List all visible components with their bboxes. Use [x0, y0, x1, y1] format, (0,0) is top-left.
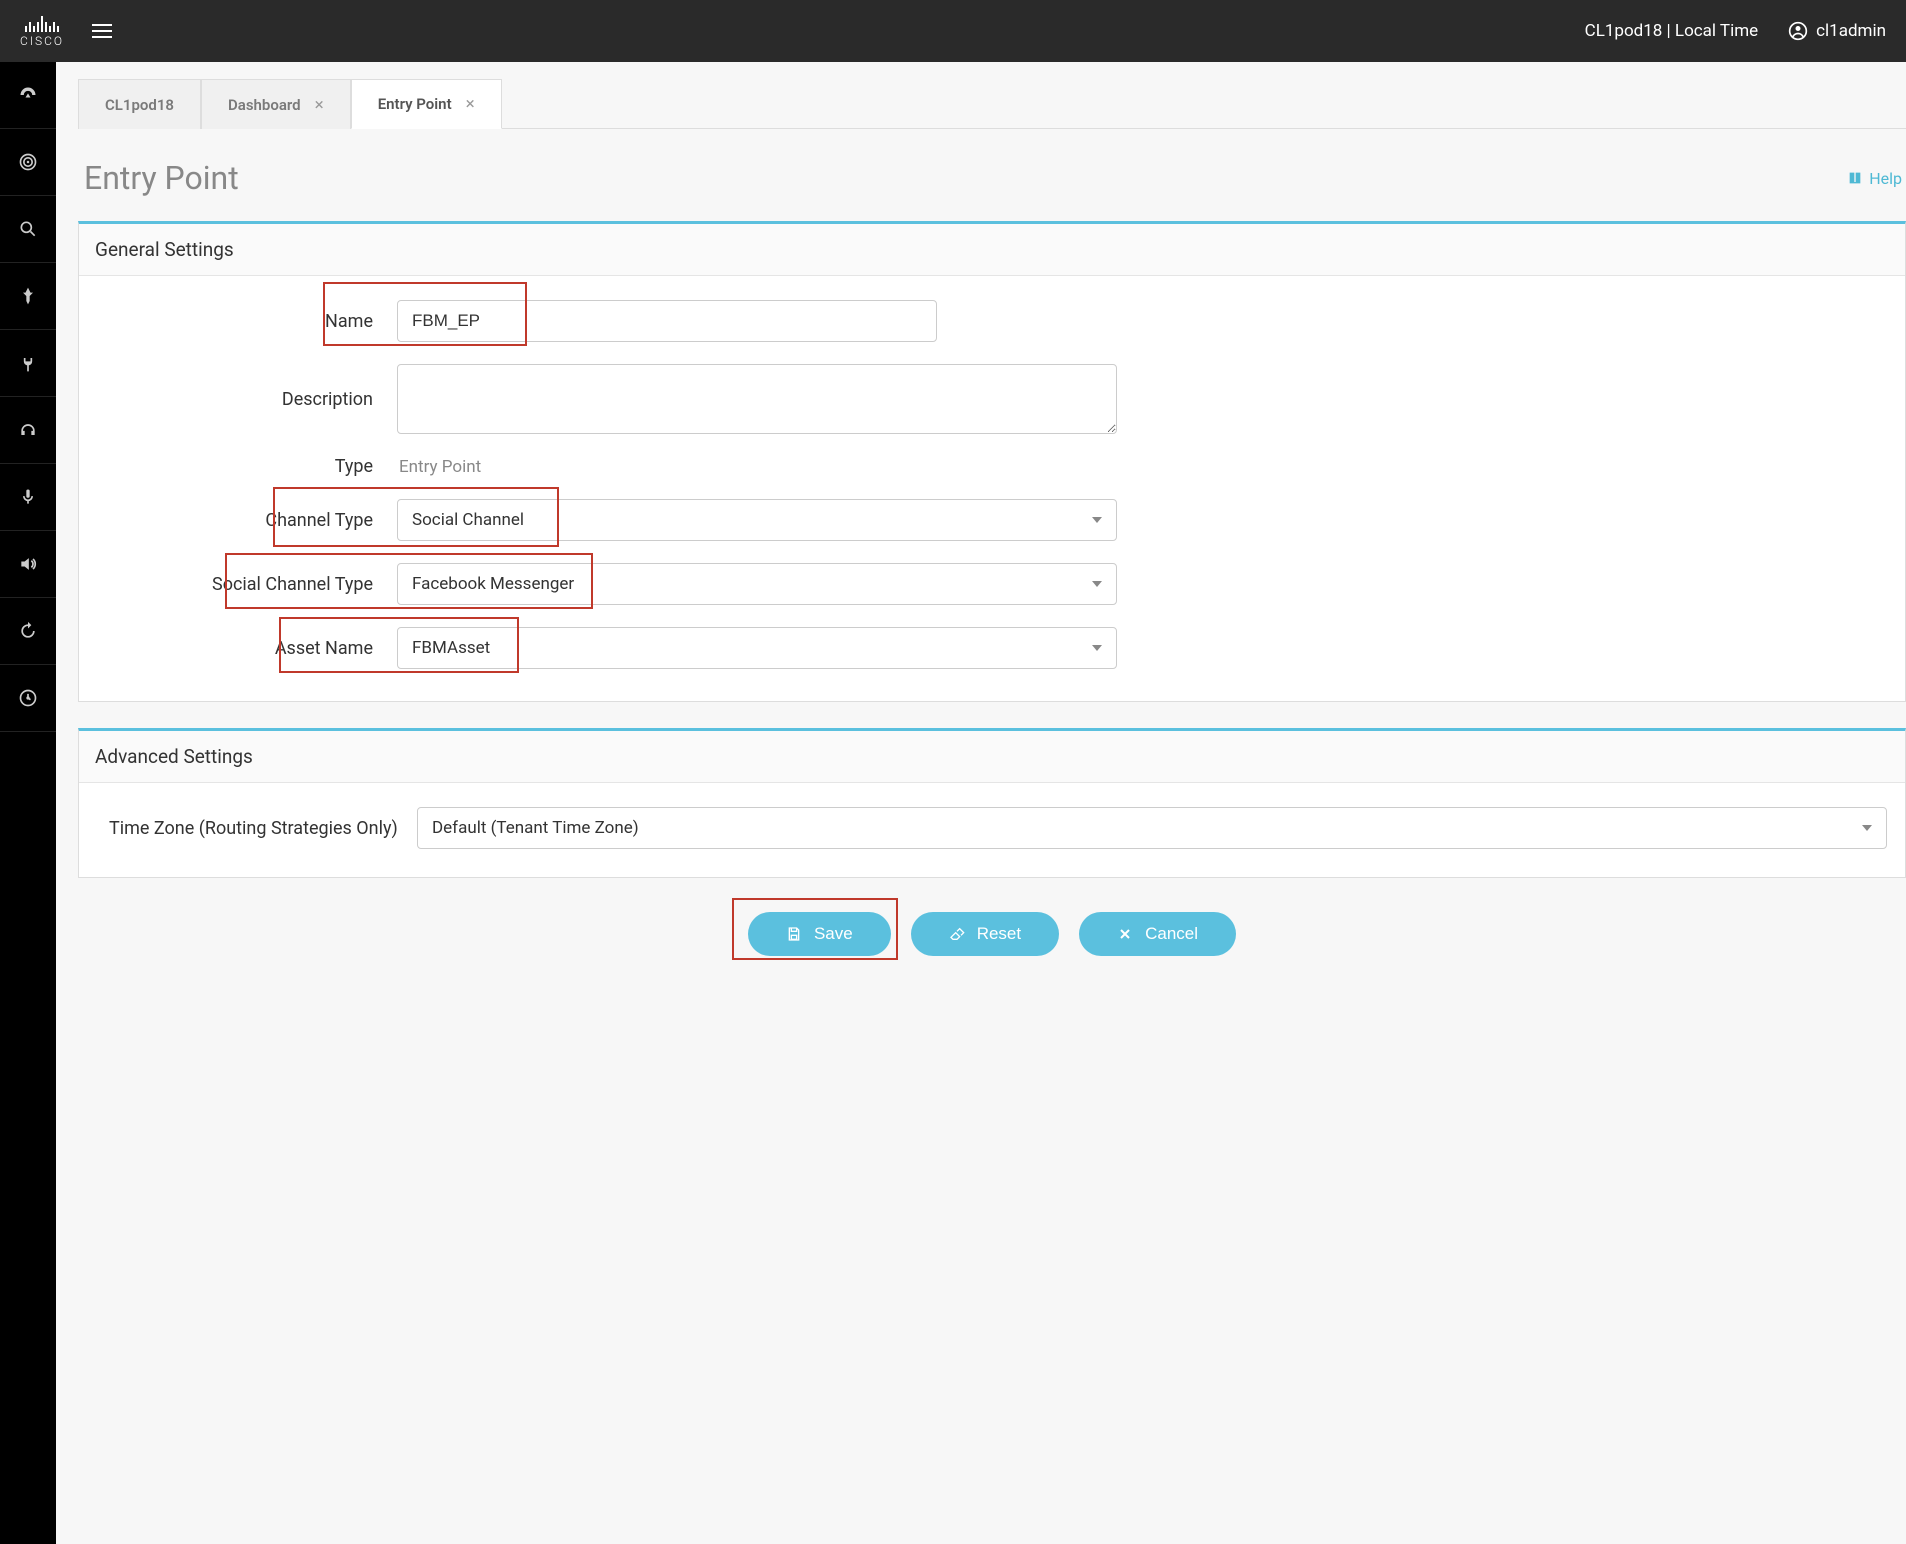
chevron-down-icon — [1092, 517, 1102, 523]
description-textarea[interactable] — [397, 364, 1117, 434]
cisco-logo: cisco — [20, 14, 64, 48]
reset-button[interactable]: Reset — [911, 912, 1059, 956]
asset-name-label: Asset Name — [97, 638, 397, 659]
panel-title: General Settings — [79, 224, 1905, 276]
type-value: Entry Point — [397, 457, 481, 477]
type-label: Type — [97, 456, 397, 477]
cancel-button[interactable]: Cancel — [1079, 912, 1236, 956]
nav-plug-icon[interactable] — [0, 330, 56, 397]
top-header: cisco CL1pod18 | Local Time cl1admin — [0, 0, 1906, 62]
asset-name-select[interactable]: FBMAsset — [397, 627, 1117, 669]
save-icon — [786, 926, 802, 942]
tenant-time-label: CL1pod18 | Local Time — [1585, 21, 1759, 41]
nav-search-icon[interactable] — [0, 196, 56, 263]
general-settings-panel: General Settings Name Description Type E… — [78, 221, 1906, 702]
main-content: CL1pod18 Dashboard × Entry Point × Entry… — [56, 62, 1906, 1544]
eraser-icon — [949, 926, 965, 942]
name-label: Name — [97, 311, 397, 332]
tab-tenant[interactable]: CL1pod18 — [78, 79, 201, 129]
close-icon[interactable]: × — [466, 94, 475, 114]
nav-target-icon[interactable] — [0, 129, 56, 196]
nav-dashboard-icon[interactable] — [0, 62, 56, 129]
chevron-down-icon — [1092, 581, 1102, 587]
panel-title: Advanced Settings — [79, 731, 1905, 783]
tab-dashboard[interactable]: Dashboard × — [201, 79, 351, 129]
page-title: Entry Point — [84, 159, 239, 197]
tab-entry-point[interactable]: Entry Point × — [351, 79, 502, 129]
tab-bar: CL1pod18 Dashboard × Entry Point × — [78, 78, 1906, 129]
nav-volume-icon[interactable] — [0, 531, 56, 598]
timezone-label: Time Zone (Routing Strategies Only) — [97, 818, 417, 839]
help-link[interactable]: Help — [1847, 169, 1902, 188]
advanced-settings-panel: Advanced Settings Time Zone (Routing Str… — [78, 728, 1906, 878]
chevron-down-icon — [1092, 645, 1102, 651]
name-input[interactable] — [397, 300, 937, 342]
save-button[interactable]: Save — [748, 912, 891, 956]
social-channel-type-select[interactable]: Facebook Messenger — [397, 563, 1117, 605]
nav-settings-icon[interactable] — [0, 665, 56, 732]
nav-pin-icon[interactable] — [0, 263, 56, 330]
channel-type-label: Channel Type — [97, 510, 397, 531]
timezone-select[interactable]: Default (Tenant Time Zone) — [417, 807, 1887, 849]
action-bar: Save Reset Cancel — [78, 904, 1906, 964]
close-icon — [1117, 926, 1133, 942]
side-nav — [0, 62, 56, 1544]
nav-mic-icon[interactable] — [0, 464, 56, 531]
user-menu[interactable]: cl1admin — [1788, 21, 1886, 41]
nav-history-icon[interactable] — [0, 598, 56, 665]
menu-toggle-icon[interactable] — [92, 24, 112, 38]
channel-type-select[interactable]: Social Channel — [397, 499, 1117, 541]
description-label: Description — [97, 389, 397, 410]
nav-headset-icon[interactable] — [0, 397, 56, 464]
close-icon[interactable]: × — [315, 95, 324, 115]
social-channel-type-label: Social Channel Type — [97, 574, 397, 595]
book-icon — [1847, 170, 1863, 186]
chevron-down-icon — [1862, 825, 1872, 831]
user-icon — [1788, 21, 1808, 41]
